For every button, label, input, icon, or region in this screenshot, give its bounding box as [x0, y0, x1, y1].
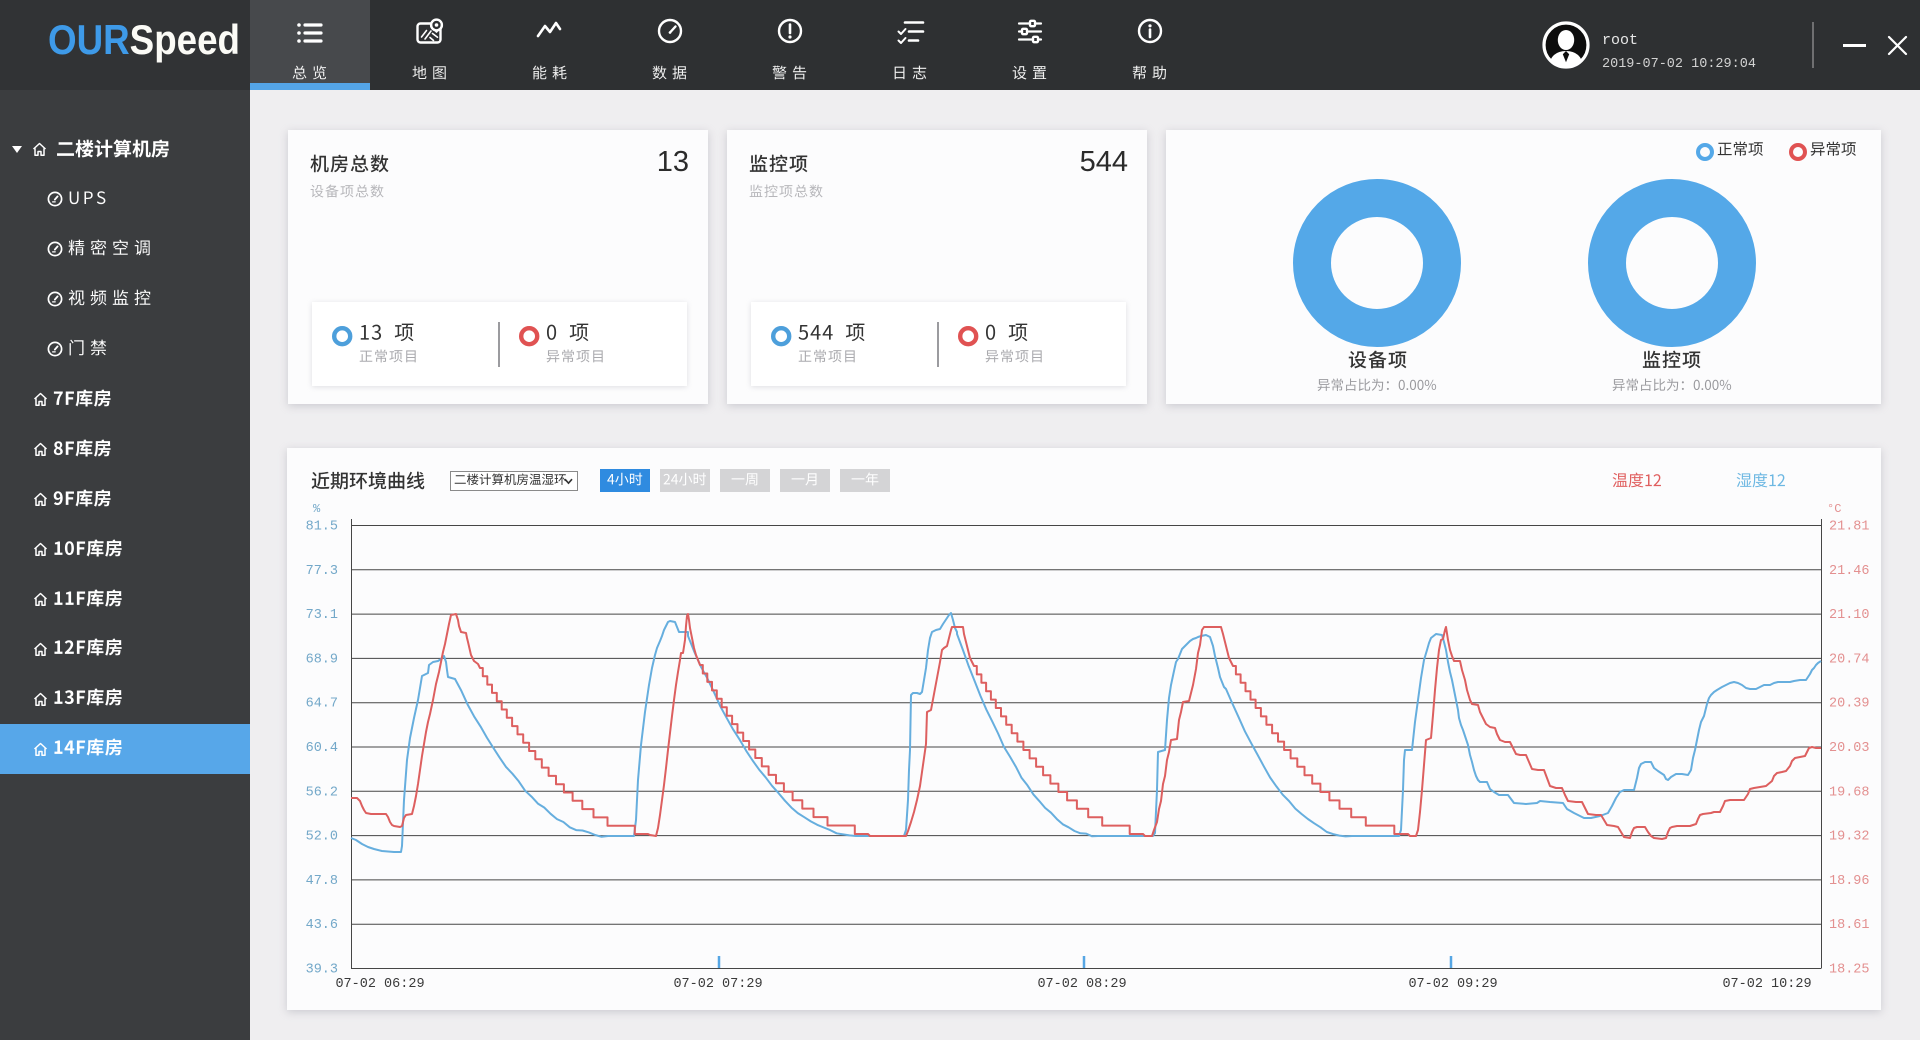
svg-text:19.32: 19.32: [1829, 830, 1870, 845]
svg-text:52.0: 52.0: [306, 830, 338, 845]
svg-text:60.4: 60.4: [306, 741, 338, 756]
svg-text:56.2: 56.2: [306, 785, 338, 800]
svg-text:77.3: 77.3: [306, 564, 338, 579]
svg-text:20.03: 20.03: [1829, 741, 1870, 756]
svg-text:18.25: 18.25: [1829, 963, 1870, 978]
svg-text:81.5: 81.5: [306, 520, 338, 535]
svg-text:18.96: 18.96: [1829, 874, 1870, 889]
svg-text:68.9: 68.9: [306, 652, 338, 667]
svg-text:07-02 07:29: 07-02 07:29: [673, 977, 762, 992]
svg-text:64.7: 64.7: [306, 697, 338, 712]
svg-text:07-02 10:29: 07-02 10:29: [1722, 977, 1811, 992]
svg-text:°C: °C: [1827, 502, 1841, 516]
svg-text:21.10: 21.10: [1829, 608, 1870, 623]
svg-text:20.39: 20.39: [1829, 697, 1870, 712]
svg-text:07-02 08:29: 07-02 08:29: [1037, 977, 1126, 992]
svg-text:43.6: 43.6: [306, 918, 338, 933]
svg-text:20.74: 20.74: [1829, 652, 1870, 667]
svg-text:18.61: 18.61: [1829, 918, 1870, 933]
svg-text:21.81: 21.81: [1829, 520, 1870, 535]
svg-text:39.3: 39.3: [306, 963, 338, 978]
svg-text:19.68: 19.68: [1829, 785, 1870, 800]
svg-text:%: %: [313, 502, 321, 516]
svg-text:07-02 06:29: 07-02 06:29: [335, 977, 424, 992]
svg-text:47.8: 47.8: [306, 874, 338, 889]
svg-text:21.46: 21.46: [1829, 564, 1870, 579]
svg-text:07-02 09:29: 07-02 09:29: [1408, 977, 1497, 992]
svg-text:73.1: 73.1: [306, 608, 338, 623]
